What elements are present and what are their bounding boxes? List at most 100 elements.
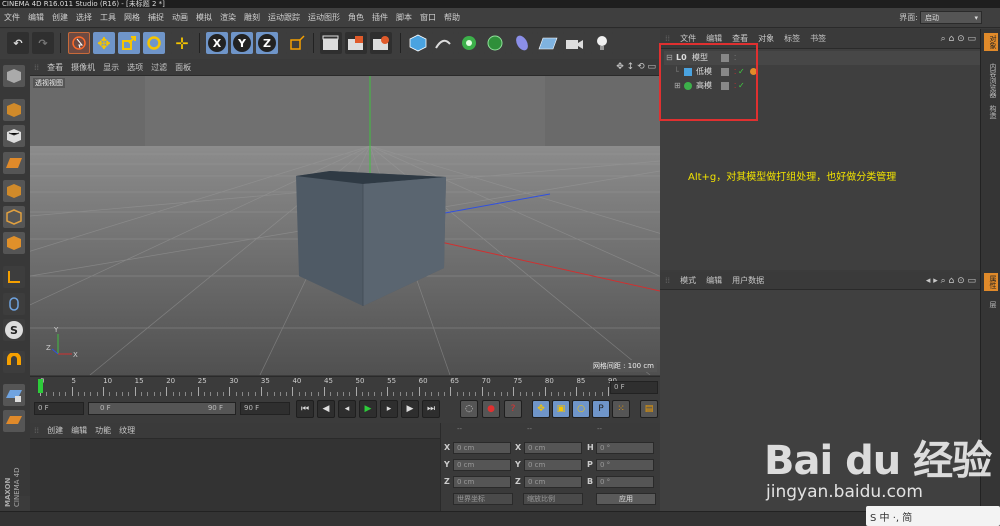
- menu-sculpt[interactable]: 雕刻: [240, 8, 264, 28]
- move-icon[interactable]: ✥: [93, 32, 115, 54]
- menu-edit[interactable]: 编辑: [24, 8, 48, 28]
- x-axis-icon[interactable]: X: [206, 32, 228, 54]
- menu-tools[interactable]: 工具: [96, 8, 120, 28]
- z-axis-icon[interactable]: Z: [256, 32, 278, 54]
- current-frame-field[interactable]: 0 F: [610, 381, 658, 394]
- menu-plugins[interactable]: 插件: [368, 8, 392, 28]
- model-mode-icon[interactable]: [3, 99, 25, 121]
- position-z-field[interactable]: 0 cm: [453, 476, 511, 488]
- viewport-menu-filter[interactable]: 过滤: [147, 59, 171, 76]
- end-frame-field[interactable]: 90 F: [240, 402, 290, 415]
- go-to-start-icon[interactable]: ⏮: [296, 400, 314, 418]
- snap-icon[interactable]: S: [3, 319, 25, 341]
- menu-render[interactable]: 渲染: [216, 8, 240, 28]
- tab-attributes[interactable]: 属性: [984, 273, 998, 291]
- viewport-nav-icons[interactable]: ✥ ↕ ⟲ ▭: [616, 59, 656, 76]
- material-menu-create[interactable]: 创建: [43, 423, 67, 439]
- ime-toolbar[interactable]: S 中 ·, 简: [866, 506, 1000, 526]
- scale-icon[interactable]: [118, 32, 140, 54]
- coordinate-mode-select[interactable]: 世界坐标: [453, 493, 513, 505]
- tab-layers[interactable]: 层: [984, 301, 998, 308]
- pen-icon[interactable]: [432, 32, 454, 54]
- timeline-ruler[interactable]: 051015202530354045505560657075808590 0 F: [30, 376, 660, 398]
- attr-menu-mode[interactable]: 模式: [675, 272, 701, 290]
- menu-character[interactable]: 角色: [344, 8, 368, 28]
- tweak-mode-icon[interactable]: [3, 293, 25, 315]
- menu-window[interactable]: 窗口: [416, 8, 440, 28]
- om-search-icons[interactable]: ⌕ ⌂ ⊙ ▭: [941, 29, 976, 49]
- rotation-h-field[interactable]: 0 °: [596, 442, 654, 454]
- texture-mode-icon[interactable]: [3, 125, 25, 147]
- menu-mograph[interactable]: 运动图形: [304, 8, 344, 28]
- axis-mode-icon[interactable]: [3, 266, 25, 288]
- redo-icon[interactable]: ↷: [32, 32, 54, 54]
- attr-menu-user-data[interactable]: 用户数据: [727, 272, 769, 290]
- menu-help[interactable]: 帮助: [440, 8, 464, 28]
- menu-create[interactable]: 创建: [48, 8, 72, 28]
- scale-mode-select[interactable]: 缩放比例: [523, 493, 583, 505]
- undo-icon[interactable]: ↶: [7, 32, 29, 54]
- workplane-mode-icon[interactable]: [3, 152, 25, 174]
- timeline-icon[interactable]: ▤: [640, 400, 658, 418]
- autokey-icon[interactable]: ●: [482, 400, 500, 418]
- previous-key-icon[interactable]: ◀: [317, 400, 335, 418]
- material-menu-function[interactable]: 功能: [91, 423, 115, 439]
- previous-frame-icon[interactable]: ◂: [338, 400, 356, 418]
- material-menu-texture[interactable]: 纹理: [115, 423, 139, 439]
- make-editable-icon[interactable]: [3, 65, 25, 87]
- keyframe-selection-icon[interactable]: ?: [504, 400, 522, 418]
- attr-nav-icons[interactable]: ◂ ▸ ⌕ ⌂ ⊙ ▭: [926, 272, 976, 290]
- position-x-field[interactable]: 0 cm: [453, 442, 511, 454]
- material-area[interactable]: [30, 439, 440, 511]
- menu-script[interactable]: 脚本: [392, 8, 416, 28]
- om-menu-bookmarks[interactable]: 书签: [805, 29, 831, 49]
- key-pla-icon[interactable]: ⁙: [612, 400, 630, 418]
- magnet-icon[interactable]: [3, 351, 25, 373]
- next-frame-icon[interactable]: ▸: [380, 400, 398, 418]
- add-icon[interactable]: ✛: [171, 32, 193, 54]
- render-picture-queue-icon[interactable]: [345, 32, 367, 54]
- menu-mesh[interactable]: 网格: [120, 8, 144, 28]
- attr-menu-edit[interactable]: 编辑: [701, 272, 727, 290]
- viewport-menu-options[interactable]: 选项: [123, 59, 147, 76]
- viewport-menu-cameras[interactable]: 摄像机: [67, 59, 99, 76]
- render-settings-icon[interactable]: [370, 32, 392, 54]
- rotation-b-field[interactable]: 0 °: [596, 476, 654, 488]
- layout-select[interactable]: 启动 ▾: [920, 11, 982, 24]
- size-y-field[interactable]: 0 cm: [524, 459, 582, 471]
- viewport-menu-display[interactable]: 显示: [99, 59, 123, 76]
- material-menu-edit[interactable]: 编辑: [67, 423, 91, 439]
- deformer-icon[interactable]: [511, 32, 533, 54]
- next-key-icon[interactable]: ▶: [401, 400, 419, 418]
- key-rotation-icon[interactable]: ○: [572, 400, 590, 418]
- menu-snap[interactable]: 捕捉: [144, 8, 168, 28]
- menu-select[interactable]: 选择: [72, 8, 96, 28]
- subdivide-icon[interactable]: [458, 32, 480, 54]
- om-menu-tags[interactable]: 标签: [779, 29, 805, 49]
- menu-file[interactable]: 文件: [0, 8, 24, 28]
- camera-icon[interactable]: [563, 32, 585, 54]
- y-axis-icon[interactable]: Y: [231, 32, 253, 54]
- size-z-field[interactable]: 0 cm: [524, 476, 582, 488]
- size-x-field[interactable]: 0 cm: [524, 442, 582, 454]
- render-view-icon[interactable]: [320, 32, 342, 54]
- key-parameter-icon[interactable]: P: [592, 400, 610, 418]
- array-icon[interactable]: [484, 32, 506, 54]
- planar-workplane-icon[interactable]: [3, 410, 25, 432]
- coordinate-system-icon[interactable]: [286, 32, 308, 54]
- position-y-field[interactable]: 0 cm: [453, 459, 511, 471]
- edges-mode-icon[interactable]: [3, 206, 25, 228]
- apply-button[interactable]: 应用: [596, 493, 656, 505]
- menu-simulate[interactable]: 模拟: [192, 8, 216, 28]
- viewport-menu-view[interactable]: 查看: [43, 59, 67, 76]
- menu-motion-tracking[interactable]: 运动跟踪: [264, 8, 304, 28]
- lock-workplane-icon[interactable]: [3, 384, 25, 406]
- playhead[interactable]: [38, 379, 43, 393]
- live-select-icon[interactable]: [68, 32, 90, 54]
- menu-animate[interactable]: 动画: [168, 8, 192, 28]
- points-mode-icon[interactable]: [3, 180, 25, 202]
- polygons-mode-icon[interactable]: [3, 232, 25, 254]
- tab-content-browser[interactable]: 内容浏览器: [984, 63, 998, 98]
- cube-icon[interactable]: [407, 32, 429, 54]
- perspective-viewport[interactable]: Y X Z 透视视图 网格间距 : 100 cm: [30, 76, 660, 375]
